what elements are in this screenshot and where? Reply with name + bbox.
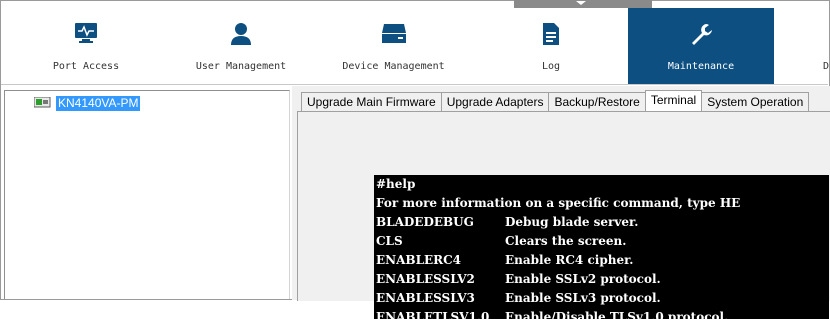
command-name: ENABLESSLV2 bbox=[376, 272, 475, 286]
tab-system-operation[interactable]: System Operation bbox=[701, 92, 810, 111]
toolbar-next-item[interactable]: D bbox=[813, 8, 829, 84]
command-description: Enable SSLv3 protocol. bbox=[505, 291, 661, 305]
terminal-command-line: ENABLESSLV2 Enable SSLv2 protocol. bbox=[376, 270, 661, 289]
tab-upgrade-adapters[interactable]: Upgrade Adapters bbox=[440, 92, 550, 111]
command-name: ENABLESSLV3 bbox=[376, 291, 475, 305]
wrench-icon bbox=[689, 22, 713, 50]
toolbar-device-management[interactable]: Device Management bbox=[331, 8, 456, 84]
main-toolbar: Port Access User Management Device Manag… bbox=[1, 0, 829, 84]
toolbar-device-management-label: Device Management bbox=[342, 61, 445, 72]
tab-backup-restore[interactable]: Backup/Restore bbox=[548, 92, 646, 111]
command-description: Debug blade server. bbox=[505, 215, 639, 229]
toolbar-collapse-handle[interactable] bbox=[514, 0, 652, 8]
terminal-prompt-line: #help bbox=[376, 177, 416, 191]
collapse-arrow-icon bbox=[576, 1, 586, 5]
toolbar-divider bbox=[1, 84, 828, 85]
command-description: Enable/Disable TLSv1.0 protocol. bbox=[505, 310, 729, 319]
toolbar-log[interactable]: Log bbox=[491, 8, 611, 84]
tab-terminal[interactable]: Terminal bbox=[644, 90, 703, 111]
toolbar-maintenance-label: Maintenance bbox=[667, 61, 735, 72]
server-icon bbox=[380, 22, 408, 48]
toolbar-maintenance[interactable]: Maintenance bbox=[628, 8, 774, 84]
terminal-command-line: ENABLESSLV3 Enable SSLv3 protocol. bbox=[376, 289, 661, 308]
terminal-command-line: CLS Clears the screen. bbox=[376, 232, 626, 251]
command-description: Enable RC4 cipher. bbox=[505, 253, 634, 267]
user-icon bbox=[229, 22, 253, 50]
toolbar-user-management[interactable]: User Management bbox=[181, 8, 301, 84]
terminal-command-line: BLADEDEBUG Debug blade server. bbox=[376, 213, 638, 232]
device-tree[interactable]: KN4140VA-PM bbox=[4, 90, 290, 299]
command-name: BLADEDEBUG bbox=[376, 215, 474, 229]
terminal-intro-line: For more information on a specific comma… bbox=[376, 196, 741, 210]
maintenance-pane: Upgrade Main Firmware Upgrade Adapters B… bbox=[292, 86, 830, 319]
toolbar-next-item-label: D bbox=[823, 61, 829, 72]
terminal-console[interactable]: #help For more information on a specific… bbox=[374, 175, 829, 319]
terminal-command-line: ENABLERC4 Enable RC4 cipher. bbox=[376, 251, 633, 270]
terminal-tab-panel: #help For more information on a specific… bbox=[297, 111, 830, 319]
command-description: Clears the screen. bbox=[505, 234, 627, 248]
tree-node-label: KN4140VA-PM bbox=[56, 95, 141, 111]
command-name: CLS bbox=[376, 234, 403, 248]
device-network-icon bbox=[33, 94, 52, 113]
terminal-command-line: ENABLETLSV1.0 Enable/Disable TLSv1.0 prot… bbox=[376, 308, 728, 319]
document-icon bbox=[542, 22, 560, 50]
toolbar-port-access-label: Port Access bbox=[52, 61, 120, 72]
toolbar-port-access[interactable]: Port Access bbox=[26, 8, 146, 84]
tab-upgrade-main-firmware[interactable]: Upgrade Main Firmware bbox=[301, 92, 442, 111]
command-name: ENABLETLSV1.0 bbox=[376, 310, 490, 319]
command-description: Enable SSLv2 protocol. bbox=[505, 272, 661, 286]
command-name: ENABLERC4 bbox=[376, 253, 462, 267]
toolbar-log-label: Log bbox=[541, 61, 561, 72]
tree-node-root[interactable]: KN4140VA-PM bbox=[33, 94, 141, 113]
maintenance-tabs: Upgrade Main Firmware Upgrade Adapters B… bbox=[301, 90, 810, 112]
monitor-pulse-icon bbox=[73, 22, 99, 48]
toolbar-user-management-label: User Management bbox=[195, 61, 287, 72]
